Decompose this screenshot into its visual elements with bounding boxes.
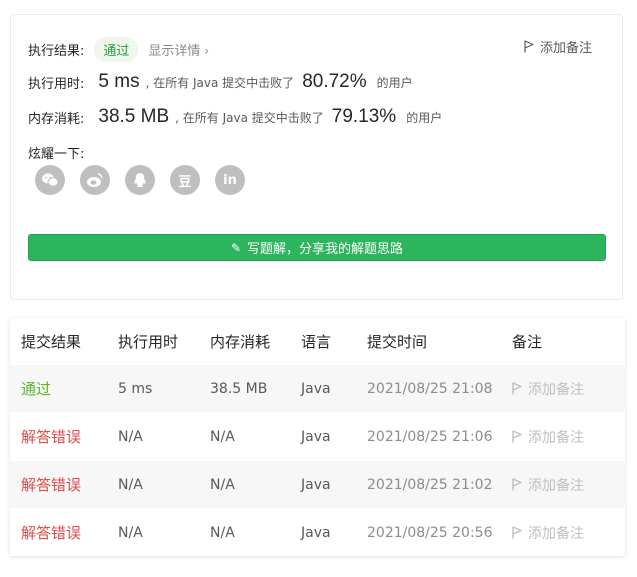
memory-cell: N/A [210,428,235,445]
header-note: 备注 [512,333,543,351]
add-note-button[interactable]: 添加备注 [512,427,584,447]
runtime-suffix: 的用户 [376,75,413,90]
result-summary-card: 执行结果: 通过 显示详情 › 添加备注 执行用时: 5 ms , 在所有 Jav… [10,14,623,300]
write-solution-button[interactable]: ✎ 写题解，分享我的解题思路 [28,234,606,261]
memory-percentile: 79.13% [331,106,397,127]
write-solution-label: 写题解，分享我的解题思路 [247,242,404,257]
submitted-time-cell: 2021/08/25 21:08 [367,380,493,397]
header-status: 提交结果 [21,333,82,351]
result-label: 执行结果: [28,44,85,59]
runtime-cell: N/A [118,476,143,493]
memory-suffix: 的用户 [406,110,443,125]
runtime-cell: N/A [118,524,143,541]
memory-cell: N/A [210,524,235,541]
table-row[interactable]: 解答错误 N/A N/A Java 2021/08/25 21:02 添加备注 [10,461,625,508]
runtime-cell: 5 ms [118,380,153,397]
add-note-label: 添加备注 [528,477,584,494]
language-cell: Java [301,524,331,541]
status-badge: 通过 [94,37,139,62]
show-details-label: 显示详情 [148,44,201,59]
add-note-label: 添加备注 [528,381,584,398]
wechat-icon[interactable] [35,165,65,195]
show-details-link[interactable]: 显示详情 › [148,40,209,59]
memory-row: 内存消耗: 38.5 MB , 在所有 Java 提交中击败了 79.13% 的… [28,106,442,128]
language-cell: Java [301,476,331,493]
flag-icon [512,478,522,491]
memory-label: 内存消耗: [28,111,85,127]
submission-status-link[interactable]: 通过 [21,378,51,399]
submitted-time-cell: 2021/08/25 21:06 [367,428,493,445]
submitted-time-cell: 2021/08/25 21:02 [367,476,493,493]
chevron-right-icon: › [204,44,210,58]
flag-icon [512,382,522,395]
add-note-button[interactable]: 添加备注 [524,37,592,56]
add-note-label: 添加备注 [528,429,584,446]
share-row: 炫耀一下: [28,143,84,162]
memory-cell: N/A [210,476,235,493]
submissions-table: 提交结果 执行用时 内存消耗 语言 提交时间 备注 通过 5 ms 38.5 M… [10,318,625,556]
share-icons: 豆 in [35,165,260,195]
header-runtime: 执行用时 [118,333,179,351]
header-submitted: 提交时间 [367,333,428,351]
pencil-icon: ✎ [230,240,242,255]
add-note-label: 添加备注 [539,41,592,56]
language-cell: Java [301,428,331,445]
table-row[interactable]: 解答错误 N/A N/A Java 2021/08/25 20:56 添加备注 [10,509,625,556]
add-note-button[interactable]: 添加备注 [512,379,584,399]
add-note-button[interactable]: 添加备注 [512,523,584,543]
linkedin-icon[interactable]: in [215,165,245,195]
add-note-label: 添加备注 [528,525,584,542]
flag-icon [512,526,522,539]
runtime-value: 5 ms [98,71,140,92]
runtime-row: 执行用时: 5 ms , 在所有 Java 提交中击败了 80.72% 的用户 [28,71,413,93]
table-row[interactable]: 通过 5 ms 38.5 MB Java 2021/08/25 21:08 添加… [10,365,625,412]
flag-icon [524,40,534,53]
memory-value: 38.5 MB [98,106,170,127]
qq-icon[interactable] [125,165,155,195]
submission-status-link[interactable]: 解答错误 [21,522,81,543]
add-note-button[interactable]: 添加备注 [512,475,584,495]
header-memory: 内存消耗 [210,333,271,351]
runtime-beat-text: , 在所有 Java 提交中击败了 [145,75,295,90]
submitted-time-cell: 2021/08/25 20:56 [367,524,493,541]
weibo-icon[interactable] [80,165,110,195]
runtime-cell: N/A [118,428,143,445]
runtime-percentile: 80.72% [302,71,367,92]
header-language: 语言 [301,333,332,351]
runtime-label: 执行用时: [28,76,85,92]
douban-icon[interactable]: 豆 [170,165,200,195]
memory-cell: 38.5 MB [210,380,268,397]
result-row: 执行结果: 通过 显示详情 › [28,37,209,62]
submission-status-link[interactable]: 解答错误 [21,426,81,447]
table-row[interactable]: 解答错误 N/A N/A Java 2021/08/25 21:06 添加备注 [10,413,625,460]
flag-icon [512,430,522,443]
table-header: 提交结果 执行用时 内存消耗 语言 提交时间 备注 [10,318,625,365]
memory-beat-text: , 在所有 Java 提交中击败了 [175,110,324,125]
language-cell: Java [301,380,331,397]
share-label: 炫耀一下: [28,147,85,162]
submission-status-link[interactable]: 解答错误 [21,474,81,495]
